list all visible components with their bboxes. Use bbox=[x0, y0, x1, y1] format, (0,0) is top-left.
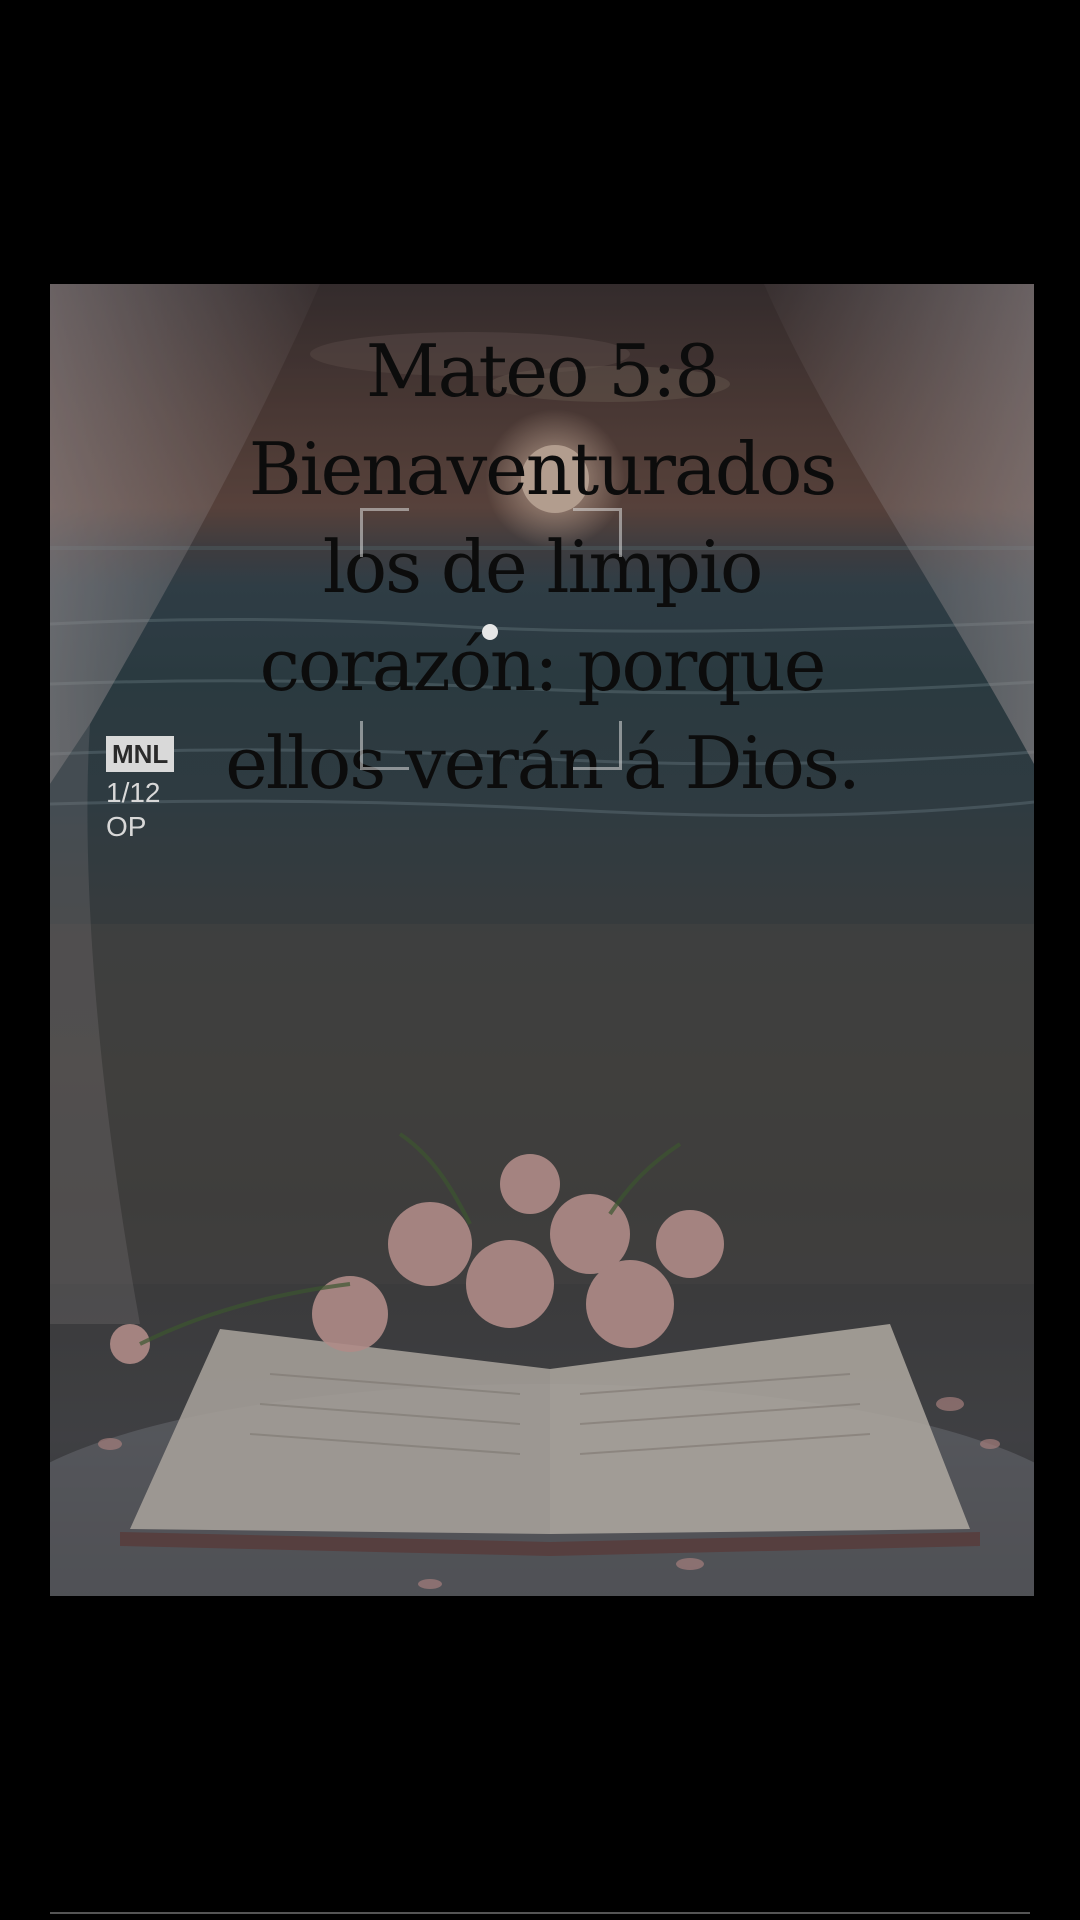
op-label: OP bbox=[106, 811, 147, 842]
mode-badge[interactable]: MNL bbox=[106, 736, 175, 772]
verse-line: Mateo 5:8 bbox=[365, 329, 720, 413]
camera-info-panel: MNL 1/12 OP bbox=[106, 736, 175, 844]
home-indicator bbox=[50, 1912, 1030, 1914]
focus-point bbox=[482, 624, 498, 640]
verse-line: Bienaventurados bbox=[248, 427, 838, 511]
shot-counter: 1/12 bbox=[106, 777, 161, 808]
